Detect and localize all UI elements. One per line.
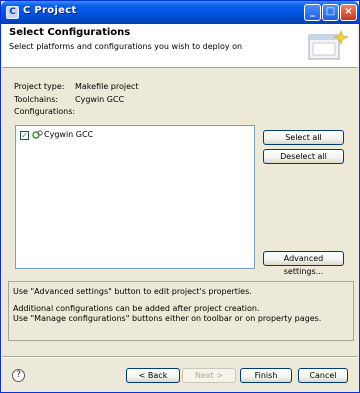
wizard-header: Select Configurations Select platforms a… <box>2 24 358 68</box>
message-line: Additional configurations can be added a… <box>13 304 260 313</box>
wizard-banner-icon <box>308 30 349 60</box>
c-project-dialog: C C Project _ □ × Select Configurations … <box>0 0 360 393</box>
divider <box>2 356 358 358</box>
help-icon[interactable]: ? <box>12 369 25 382</box>
project-type-value: Makefile project <box>75 82 139 91</box>
message-line: Use "Manage configurations" buttons eith… <box>13 314 322 323</box>
cancel-button[interactable]: Cancel <box>298 368 348 383</box>
minimize-button[interactable]: _ <box>304 4 321 21</box>
advanced-settings-button[interactable]: Advanced settings... <box>263 251 344 276</box>
toolchains-label: Toolchains: <box>14 95 59 104</box>
configuration-gear-icon <box>32 130 43 139</box>
page-description: Select platforms and configurations you … <box>9 42 243 51</box>
c-project-icon: C <box>6 6 19 19</box>
message-area: Use "Advanced settings" button to edit p… <box>8 281 354 341</box>
deselect-all-button[interactable]: Deselect all <box>263 149 344 164</box>
toolchains-value: Cygwin GCC <box>75 95 125 104</box>
window-title: C Project <box>23 5 77 16</box>
finish-button[interactable]: Finish <box>240 368 292 383</box>
back-button[interactable]: < Back <box>126 368 180 383</box>
close-button[interactable]: × <box>340 4 357 21</box>
title-bar[interactable]: C C Project _ □ × <box>1 1 359 24</box>
message-line: Use "Advanced settings" button to edit p… <box>13 287 252 296</box>
select-all-button[interactable]: Select all <box>263 130 344 145</box>
configurations-list[interactable]: ✓ Cygwin GCC <box>15 125 255 269</box>
project-type-label: Project type: <box>14 82 65 91</box>
config-label: Cygwin GCC <box>44 130 94 139</box>
page-title: Select Configurations <box>9 27 131 38</box>
config-checkbox[interactable]: ✓ <box>20 131 29 140</box>
configurations-label: Configurations: <box>14 107 76 116</box>
next-button[interactable]: Next > <box>182 368 236 383</box>
maximize-button[interactable]: □ <box>322 4 339 21</box>
list-item[interactable]: ✓ Cygwin GCC <box>16 126 254 142</box>
